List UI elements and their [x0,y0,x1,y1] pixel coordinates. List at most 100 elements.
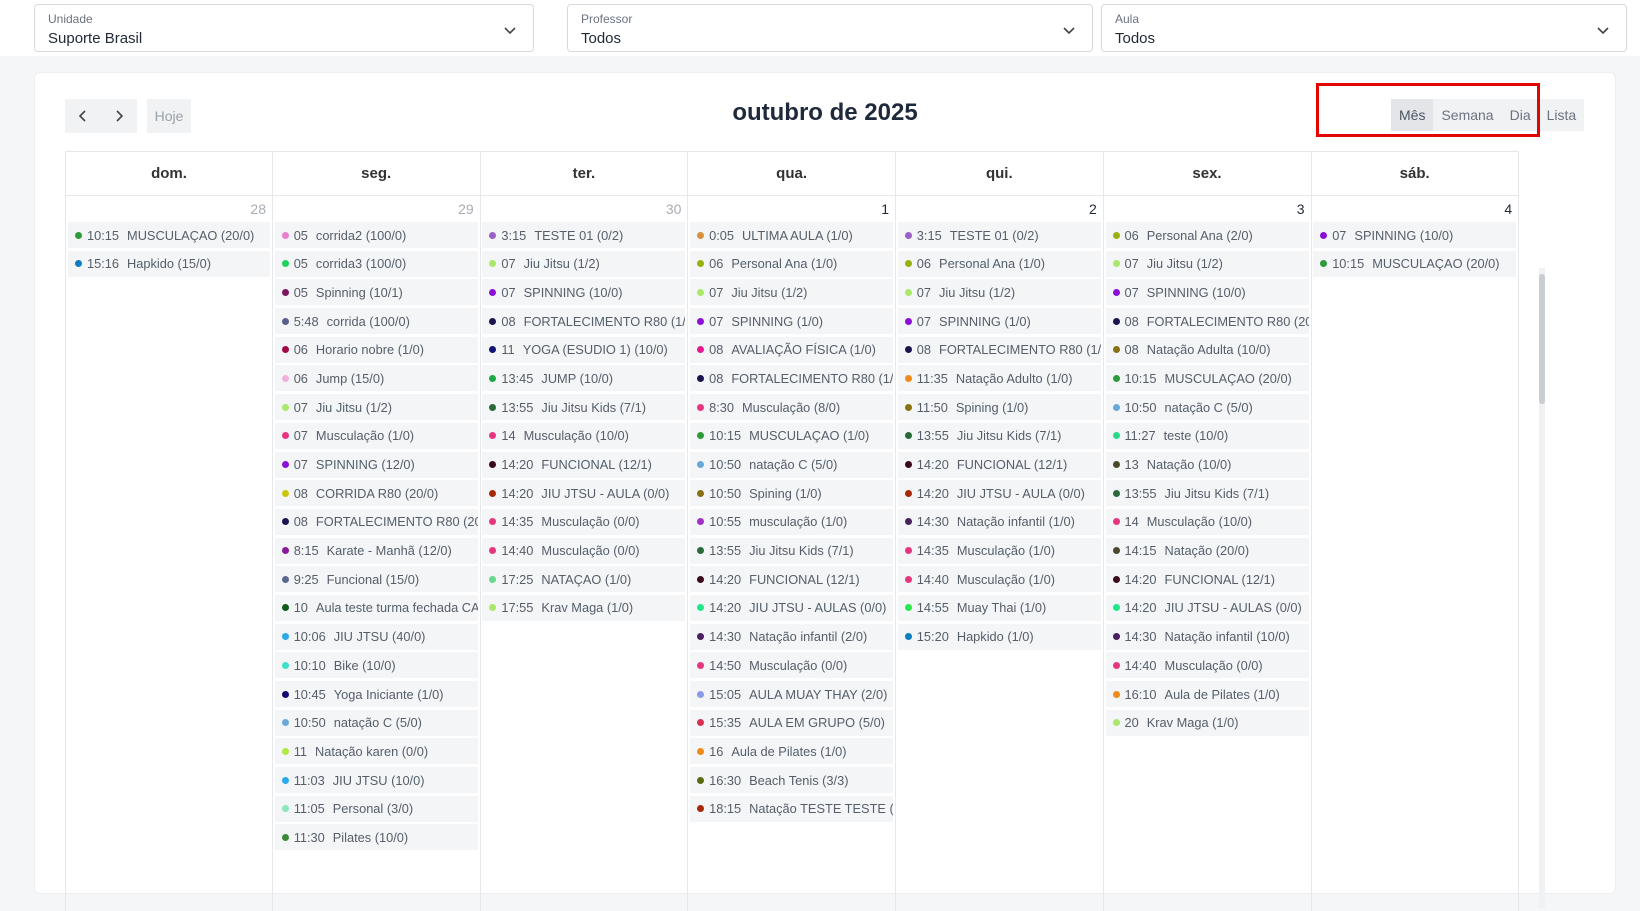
calendar-event[interactable]: 08 Natação Adulta (10/0) [1105,336,1309,363]
calendar-event[interactable]: 18:15 Natação TESTE TESTE (22 [690,795,894,822]
calendar-event[interactable]: 13:55 Jiu Jitsu Kids (7/1) [482,394,686,421]
calendar-event[interactable]: 9:25 Funcional (15/0) [274,566,478,593]
scrollbar[interactable] [1539,268,1545,908]
calendar-event[interactable]: 11:30 Pilates (10/0) [274,824,478,851]
calendar-event[interactable]: 10:15 MUSCULAÇAO (20/0) [1105,365,1309,392]
calendar-event[interactable]: 14:30 Natação infantil (2/0) [690,623,894,650]
calendar-event[interactable]: 14:50 Musculação (0/0) [690,652,894,679]
calendar-event[interactable]: 13:45 JUMP (10/0) [482,365,686,392]
calendar-event[interactable]: 11:03 JIU JTSU (10/0) [274,767,478,794]
calendar-event[interactable]: 07 Jiu Jitsu (1/2) [897,279,1101,306]
calendar-event[interactable]: 14:55 Muay Thai (1/0) [897,594,1101,621]
calendar-event[interactable]: 11:50 Spining (1/0) [897,394,1101,421]
calendar-event[interactable]: 17:55 Krav Maga (1/0) [482,594,686,621]
day-number[interactable]: 1 [688,196,895,222]
calendar-event[interactable]: 14:30 Natação infantil (10/0) [1105,623,1309,650]
calendar-event[interactable]: 14:20 FUNCIONAL (12/1) [1105,566,1309,593]
calendar-event[interactable]: 08 FORTALECIMENTO R80 (20/ [1105,308,1309,335]
calendar-event[interactable]: 20 Krav Maga (1/0) [1105,709,1309,736]
calendar-event[interactable]: 05 Spinning (10/1) [274,279,478,306]
calendar-event[interactable]: 13 Natação (10/0) [1105,451,1309,478]
calendar-event[interactable]: 07 Jiu Jitsu (1/2) [274,394,478,421]
calendar-event[interactable]: 07 SPINNING (10/0) [1105,279,1309,306]
calendar-event[interactable]: 08 FORTALECIMENTO R80 (1/0) [897,336,1101,363]
calendar-event[interactable]: 14:20 FUNCIONAL (12/1) [690,566,894,593]
calendar-event[interactable]: 16 Aula de Pilates (1/0) [690,738,894,765]
calendar-event[interactable]: 15:20 Hapkido (1/0) [897,623,1101,650]
calendar-event[interactable]: 06 Personal Ana (2/0) [1105,222,1309,248]
calendar-event[interactable]: 14:20 JIU JTSU - AULAS (0/0) [1105,594,1309,621]
calendar-event[interactable]: 3:15 TESTE 01 (0/2) [482,222,686,248]
calendar-event[interactable]: 06 Horario nobre (1/0) [274,336,478,363]
calendar-event[interactable]: 06 Jump (15/0) [274,365,478,392]
calendar-event[interactable]: 14:40 Musculação (1/0) [897,566,1101,593]
calendar-event[interactable]: 10:15 MUSCULAÇAO (1/0) [690,422,894,449]
calendar-event[interactable]: 5:48 corrida (100/0) [274,308,478,335]
calendar-event[interactable]: 3:15 TESTE 01 (0/2) [897,222,1101,248]
calendar-event[interactable]: 11:05 Personal (3/0) [274,795,478,822]
professor-select[interactable]: Professor Todos [567,4,1093,52]
calendar-event[interactable]: 10:50 natação C (5/0) [274,709,478,736]
calendar-event[interactable]: 07 SPINNING (1/0) [897,308,1101,335]
calendar-event[interactable]: 07 Jiu Jitsu (1/2) [482,250,686,277]
calendar-event[interactable]: 13:55 Jiu Jitsu Kids (7/1) [897,422,1101,449]
calendar-event[interactable]: 16:30 Beach Tenis (3/3) [690,767,894,794]
day-number[interactable]: 2 [896,196,1103,222]
calendar-event[interactable]: 10:50 natação C (5/0) [1105,394,1309,421]
calendar-event[interactable]: 14:20 JIU JTSU - AULA (0/0) [897,480,1101,507]
calendar-event[interactable]: 08 FORTALECIMENTO R80 (1/1) [690,365,894,392]
calendar-event[interactable]: 14:40 Musculação (0/0) [482,537,686,564]
calendar-event[interactable]: 10:45 Yoga Iniciante (1/0) [274,681,478,707]
calendar-event[interactable]: 07 SPINNING (10/0) [482,279,686,306]
view-week-button[interactable]: Semana [1433,99,1501,131]
scrollbar-thumb[interactable] [1539,274,1545,404]
day-number[interactable]: 28 [66,196,272,222]
calendar-event[interactable]: 14:20 JIU JTSU - AULA (0/0) [482,480,686,507]
calendar-event[interactable]: 15:35 AULA EM GRUPO (5/0) [690,709,894,736]
calendar-event[interactable]: 14:35 Musculação (0/0) [482,508,686,535]
calendar-event[interactable]: 14:15 Natação (20/0) [1105,537,1309,564]
calendar-event[interactable]: 13:55 Jiu Jitsu Kids (7/1) [690,537,894,564]
calendar-event[interactable]: 15:05 AULA MUAY THAY (2/0) [690,681,894,707]
calendar-event[interactable]: 07 Jiu Jitsu (1/2) [690,279,894,306]
calendar-event[interactable]: 07 Musculação (1/0) [274,422,478,449]
calendar-event[interactable]: 14:20 JIU JTSU - AULAS (0/0) [690,594,894,621]
calendar-event[interactable]: 07 SPINNING (10/0) [1313,222,1517,248]
calendar-event[interactable]: 08 FORTALECIMENTO R80 (1/1) [482,308,686,335]
calendar-event[interactable]: 11:35 Natação Adulto (1/0) [897,365,1101,392]
calendar-event[interactable]: 14:20 FUNCIONAL (12/1) [897,451,1101,478]
calendar-event[interactable]: 05 corrida2 (100/0) [274,222,478,248]
calendar-event[interactable]: 14:35 Musculação (1/0) [897,537,1101,564]
calendar-event[interactable]: 8:15 Karate - Manhã (12/0) [274,537,478,564]
calendar-event[interactable]: 06 Personal Ana (1/0) [690,250,894,277]
calendar-event[interactable]: 10:55 musculação (1/0) [690,508,894,535]
calendar-event[interactable]: 05 corrida3 (100/0) [274,250,478,277]
day-number[interactable]: 4 [1311,196,1518,222]
calendar-event[interactable]: 10:06 JIU JTSU (40/0) [274,623,478,650]
view-day-button[interactable]: Dia [1502,99,1539,131]
unidade-select[interactable]: Unidade Suporte Brasil [34,4,534,52]
calendar-event[interactable]: 14 Musculação (10/0) [1105,508,1309,535]
calendar-event[interactable]: 14:40 Musculação (0/0) [1105,652,1309,679]
calendar-event[interactable]: 07 Jiu Jitsu (1/2) [1105,250,1309,277]
calendar-event[interactable]: 11 YOGA (ESUDIO 1) (10/0) [482,336,686,363]
calendar-event[interactable]: 10:15 MUSCULAÇAO (20/0) [68,222,270,248]
calendar-event[interactable]: 07 SPINNING (12/0) [274,451,478,478]
view-month-button[interactable]: Mês [1391,99,1434,131]
calendar-event[interactable]: 14 Musculação (10/0) [482,422,686,449]
calendar-event[interactable]: 11:27 teste (10/0) [1105,422,1309,449]
calendar-event[interactable]: 08 AVALIAÇÃO FÍSICA (1/0) [690,336,894,363]
calendar-event[interactable]: 10:50 natação C (5/0) [690,451,894,478]
view-list-button[interactable]: Lista [1539,99,1585,131]
day-number[interactable]: 3 [1104,196,1311,222]
calendar-event[interactable]: 07 SPINNING (1/0) [690,308,894,335]
calendar-event[interactable]: 08 CORRIDA R80 (20/0) [274,480,478,507]
day-number[interactable]: 29 [273,196,480,222]
calendar-event[interactable]: 15:16 Hapkido (15/0) [68,250,270,277]
day-number[interactable]: 30 [480,196,687,222]
calendar-event[interactable]: 14:30 Natação infantil (1/0) [897,508,1101,535]
calendar-event[interactable]: 13:55 Jiu Jitsu Kids (7/1) [1105,480,1309,507]
calendar-event[interactable]: 14:20 FUNCIONAL (12/1) [482,451,686,478]
calendar-event[interactable]: 17:25 NATAÇAO (1/0) [482,566,686,593]
aula-select[interactable]: Aula Todos [1101,4,1627,52]
